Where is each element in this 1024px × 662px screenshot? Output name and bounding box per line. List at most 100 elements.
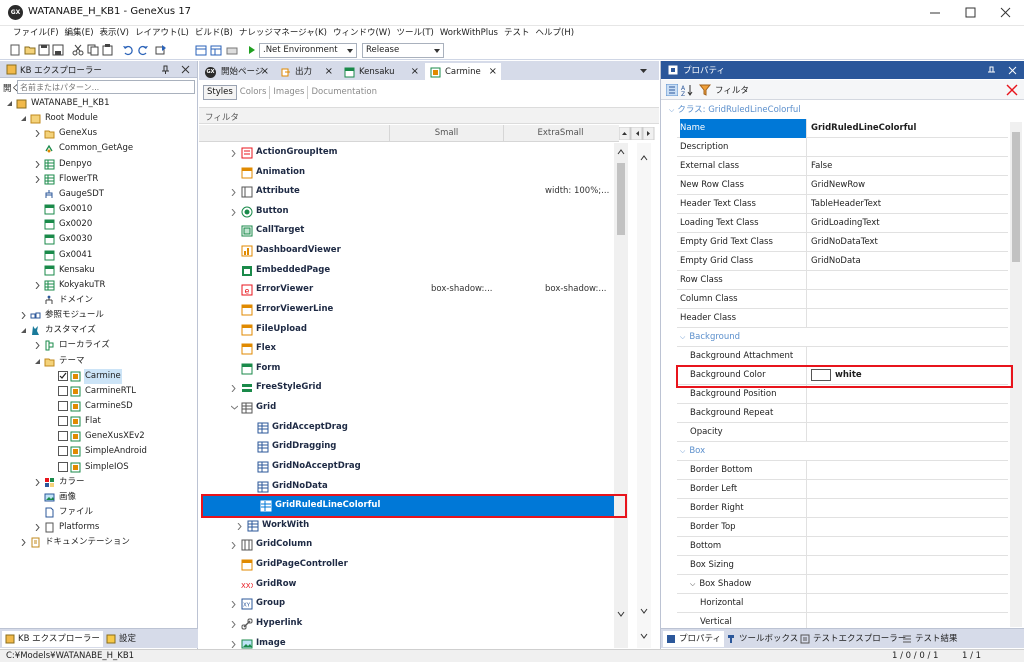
style-row[interactable]: WorkWith [199, 516, 617, 536]
column-extrasmall[interactable]: ExtraSmall [503, 125, 617, 142]
style-row[interactable]: Form [199, 359, 617, 379]
tab-carmine[interactable]: Carmine × [425, 63, 501, 81]
chevron-right-icon[interactable] [34, 130, 41, 138]
property-value[interactable]: GridNoDataText [811, 233, 878, 252]
property-row[interactable]: Border Top [677, 518, 1008, 537]
tree-item[interactable]: WATANABE_H_KB1 [0, 96, 196, 111]
tree-item[interactable]: Common_GetAge [0, 141, 196, 156]
tree-item[interactable]: Gx0041 [0, 248, 196, 263]
outer-scrollbar[interactable] [637, 143, 651, 648]
theme-checkbox[interactable] [58, 431, 68, 442]
property-row[interactable]: Horizontal [677, 594, 1008, 613]
minimize-button[interactable] [917, 0, 953, 26]
style-row[interactable]: GridPageController [199, 555, 617, 575]
tree-item[interactable]: テーマ [0, 354, 196, 369]
tree-item[interactable]: CarmineSD [0, 399, 196, 414]
property-row[interactable]: Empty Grid Class GridNoData [677, 252, 1008, 271]
tree-item[interactable]: SimpleIOS [0, 460, 196, 475]
tree-item[interactable]: Gx0010 [0, 202, 196, 217]
tree-item[interactable]: ドキュメンテーション [0, 535, 196, 550]
tab-test-results[interactable]: テスト結果 [899, 631, 961, 647]
close-window-button[interactable] [988, 0, 1024, 26]
tree-item[interactable]: Kensaku [0, 263, 196, 278]
deploy-icon[interactable] [226, 44, 238, 56]
property-value[interactable]: False [811, 157, 832, 176]
style-row[interactable]: ActionGroupItem [199, 143, 617, 163]
tree-item[interactable]: Denpyo [0, 157, 196, 172]
chevron-right-icon[interactable] [20, 312, 27, 320]
theme-checkbox[interactable] [58, 416, 68, 427]
kb-search-input[interactable] [17, 80, 195, 94]
property-row[interactable]: Bottom [677, 537, 1008, 556]
style-row[interactable]: FreeStyleGrid [199, 378, 617, 398]
theme-checkbox[interactable] [58, 385, 68, 396]
theme-checkbox[interactable] [58, 461, 68, 472]
property-row[interactable]: Opacity [677, 423, 1008, 442]
menu-item[interactable]: WorkWithPlus [437, 26, 501, 41]
property-value[interactable]: GridNewRow [811, 176, 865, 195]
style-row[interactable]: EmbeddedPage [199, 261, 617, 281]
menu-item[interactable]: ウィンドウ(W) [330, 26, 394, 41]
tree-item[interactable]: SimpleAndroid [0, 444, 196, 459]
tab-preferences[interactable]: 設定 [103, 631, 139, 647]
cut-icon[interactable] [72, 44, 84, 56]
tab-output[interactable]: 出力 × [275, 63, 337, 81]
configuration-select[interactable]: Release [362, 43, 444, 58]
save-icon[interactable] [38, 44, 50, 56]
new-icon[interactable] [9, 44, 21, 56]
style-row[interactable]: GridAcceptDrag [199, 418, 617, 438]
close-tab-icon[interactable]: × [325, 63, 333, 81]
calendar-multi-icon[interactable] [210, 44, 222, 56]
menu-item[interactable]: ツール(T) [394, 26, 437, 41]
menu-item[interactable]: テスト [501, 26, 533, 41]
menu-item[interactable]: ファイル(F) [10, 26, 62, 41]
subtab-colors[interactable]: Colors [237, 86, 271, 99]
chevron-right-icon[interactable] [237, 522, 243, 530]
chevron-right-icon[interactable] [34, 281, 41, 289]
column-small[interactable]: Small [389, 125, 503, 142]
tree-item[interactable]: Gx0030 [0, 232, 196, 247]
theme-checkbox[interactable] [58, 370, 68, 381]
property-row[interactable]: Header Class [677, 309, 1008, 328]
style-row[interactable]: DashboardViewer [199, 241, 617, 261]
property-value[interactable]: GridNoData [811, 252, 861, 271]
style-row[interactable]: ErrorViewerLine [199, 300, 617, 320]
tree-item[interactable]: Carmine [0, 368, 196, 384]
chevron-right-icon[interactable] [34, 342, 41, 350]
property-row[interactable]: Background Repeat [677, 404, 1008, 423]
calendar-icon[interactable] [195, 44, 207, 56]
chevron-right-icon[interactable] [20, 539, 27, 547]
chevron-right-icon[interactable] [34, 524, 41, 532]
tree-item[interactable]: Flat [0, 414, 196, 429]
style-row[interactable]: GridColumn [199, 535, 617, 555]
property-row[interactable]: Loading Text Class GridLoadingText [677, 214, 1008, 233]
open-icon[interactable] [24, 44, 36, 56]
maximize-button[interactable] [953, 0, 989, 26]
styles-filter-bar[interactable]: フィルタ [199, 107, 659, 124]
style-row[interactable]: Attribute width: 100%;... [199, 182, 617, 202]
property-row[interactable]: Box Sizing [677, 556, 1008, 575]
style-row[interactable]: e ErrorViewer box-shadow:... box-shadow:... [199, 280, 617, 300]
style-list-scrollbar[interactable] [614, 143, 628, 648]
tree-item[interactable]: 参照モジュール [0, 308, 196, 323]
tree-item[interactable]: GeneXusXEv2 [0, 429, 196, 444]
chevron-down-icon[interactable] [231, 405, 238, 412]
environment-select[interactable]: .Net Environment [259, 43, 357, 58]
property-row[interactable]: New Row Class GridNewRow [677, 176, 1008, 195]
chevron-right-icon[interactable] [34, 478, 41, 486]
expanded-icon[interactable] [6, 100, 13, 107]
style-row[interactable]: GridNoAcceptDrag [199, 457, 617, 477]
tree-item[interactable]: カラー [0, 475, 196, 490]
tree-item[interactable]: GaugeSDT [0, 187, 196, 202]
tree-item[interactable]: CarmineRTL [0, 384, 196, 399]
menu-item[interactable]: 編集(E) [62, 26, 97, 41]
class-header[interactable]: ⌵ クラス: GridRuledLineColorful [661, 102, 1024, 119]
property-row[interactable]: Border Bottom [677, 461, 1008, 480]
chevron-right-icon[interactable] [231, 601, 237, 609]
property-row[interactable]: Name GridRuledLineColorful [677, 119, 1008, 138]
tree-item[interactable]: ローカライズ [0, 338, 196, 353]
tab-test-explorer[interactable]: テストエクスプローラー [797, 631, 909, 647]
subtab-styles[interactable]: Styles [203, 85, 237, 100]
chevron-right-icon[interactable] [231, 385, 237, 393]
style-row[interactable]: GridDragging [199, 437, 617, 457]
